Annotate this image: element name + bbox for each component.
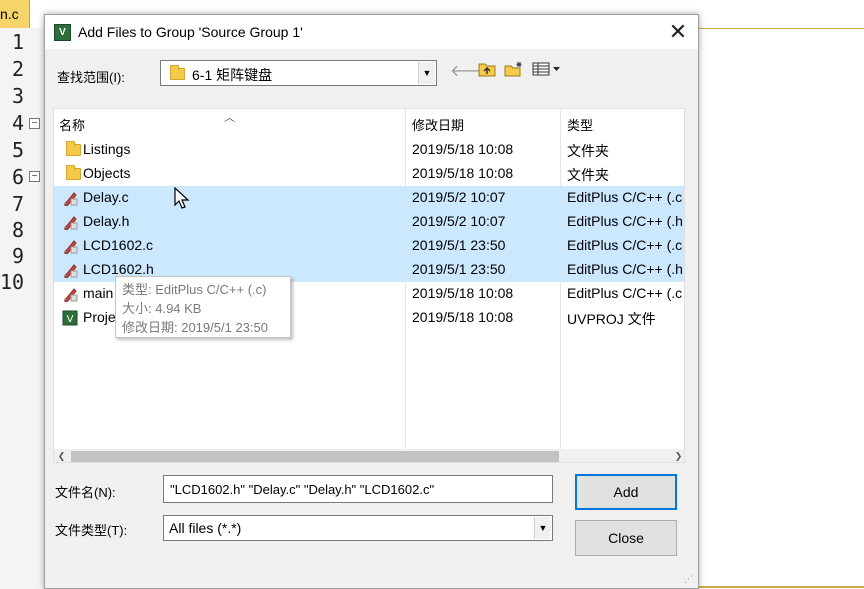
- horizontal-scrollbar[interactable]: ❮ ❯: [54, 449, 684, 462]
- line-number: 4: [11, 111, 24, 135]
- sort-ascending-icon: ︿: [224, 112, 235, 124]
- file-date: 2019/5/2 10:07: [412, 213, 506, 229]
- look-in-label: 查找范围(I):: [57, 70, 125, 85]
- file-name: LCD1602.h: [83, 261, 154, 277]
- tooltip-size: 大小: 4.94 KB: [122, 301, 202, 316]
- uvision-app-icon: V: [54, 24, 71, 41]
- editplus-file-icon: [64, 192, 78, 206]
- line-number: 8: [11, 218, 24, 242]
- file-date: 2019/5/1 23:50: [412, 261, 506, 277]
- uvproj-file-icon: V: [62, 310, 78, 326]
- editplus-file-icon: [64, 240, 78, 254]
- chevron-down-icon[interactable]: ▼: [534, 517, 551, 539]
- file-date: 2019/5/1 23:50: [412, 237, 506, 253]
- file-type: EditPlus C/C++ (.c: [567, 189, 683, 205]
- file-name: Objects: [83, 165, 131, 181]
- mouse-cursor-icon: [174, 187, 190, 209]
- file-type-value: All files (*.*): [169, 520, 242, 536]
- editplus-file-icon: [64, 216, 78, 230]
- line-number-gutter: 1 2 3 4 5 6 7 8 9 10 − −: [0, 28, 44, 589]
- scroll-left-icon[interactable]: ❮: [54, 449, 69, 462]
- fold-toggle-icon[interactable]: −: [29, 118, 40, 129]
- file-type-dropdown[interactable]: All files (*.*) ▼: [163, 515, 553, 541]
- file-type: EditPlus C/C++ (.h: [567, 261, 683, 277]
- file-date: 2019/5/18 10:08: [412, 165, 514, 181]
- tooltip-type: 类型: EditPlus C/C++ (.c): [122, 282, 267, 297]
- tooltip-date: 修改日期: 2019/5/1 23:50: [122, 320, 268, 335]
- file-name: Listings: [83, 141, 131, 157]
- line-number: 3: [11, 84, 24, 108]
- folder-icon: [170, 65, 185, 80]
- svg-text:V: V: [67, 314, 74, 325]
- add-button[interactable]: Add: [575, 474, 677, 510]
- editor-divider: [698, 28, 864, 29]
- file-row[interactable]: Delay.c 2019/5/2 10:07 EditPlus C/C++ (.…: [54, 186, 684, 210]
- file-row[interactable]: Objects 2019/5/18 10:08 文件夹: [54, 162, 684, 186]
- line-number: 9: [11, 244, 24, 268]
- line-number: 1: [11, 30, 24, 54]
- file-name-label: 文件名(N):: [55, 485, 116, 500]
- editor-tab[interactable]: n.c: [0, 0, 30, 28]
- file-type: EditPlus C/C++ (.h: [567, 213, 683, 229]
- scrollbar-thumb[interactable]: [71, 451, 559, 462]
- editplus-file-icon: [64, 288, 78, 302]
- file-name: Delay.h: [83, 213, 130, 229]
- editor-divider: [698, 586, 864, 588]
- file-date: 2019/5/18 10:08: [412, 285, 514, 301]
- file-type-label: 文件类型(T):: [55, 523, 128, 538]
- folder-icon: [66, 165, 81, 180]
- file-info-tooltip: 类型: EditPlus C/C++ (.c) 大小: 4.94 KB 修改日期…: [115, 276, 291, 338]
- file-type: EditPlus C/C++ (.c: [567, 237, 683, 253]
- file-date: 2019/5/18 10:08: [412, 141, 514, 157]
- file-name-input[interactable]: [163, 475, 553, 503]
- file-type: UVPROJ 文件: [567, 311, 656, 327]
- editor-tab-label: n.c: [0, 6, 19, 22]
- line-number: 5: [11, 138, 24, 162]
- chevron-down-icon[interactable]: ▼: [418, 62, 435, 84]
- look-in-dropdown[interactable]: 6-1 矩阵键盘 ▼: [160, 60, 437, 86]
- file-row[interactable]: LCD1602.c 2019/5/1 23:50 EditPlus C/C++ …: [54, 234, 684, 258]
- fold-toggle-icon[interactable]: −: [29, 171, 40, 182]
- line-number: 7: [11, 192, 24, 216]
- file-type: EditPlus C/C++ (.c: [567, 285, 683, 301]
- editplus-file-icon: [64, 264, 78, 278]
- file-name: Proje: [83, 309, 116, 325]
- column-header-type[interactable]: 类型: [562, 109, 684, 136]
- file-name: LCD1602.c: [83, 237, 154, 253]
- file-type: 文件夹: [567, 143, 609, 159]
- new-folder-icon[interactable]: [503, 61, 525, 83]
- file-row[interactable]: Listings 2019/5/18 10:08 文件夹: [54, 138, 684, 162]
- resize-grip-icon[interactable]: ⋰: [684, 574, 696, 586]
- line-number: 10: [0, 270, 25, 294]
- view-menu-icon[interactable]: [530, 61, 564, 83]
- file-type: 文件夹: [567, 167, 609, 183]
- dialog-title: Add Files to Group 'Source Group 1': [78, 24, 303, 40]
- file-date: 2019/5/18 10:08: [412, 309, 514, 325]
- file-row[interactable]: Delay.h 2019/5/2 10:07 EditPlus C/C++ (.…: [54, 210, 684, 234]
- up-folder-icon[interactable]: [476, 61, 498, 83]
- dialog-titlebar[interactable]: V Add Files to Group 'Source Group 1' ✕: [45, 15, 698, 49]
- folder-icon: [66, 141, 81, 156]
- line-number: 6: [11, 165, 24, 189]
- file-date: 2019/5/2 10:07: [412, 189, 506, 205]
- close-button[interactable]: Close: [575, 520, 677, 556]
- file-name: main: [83, 285, 114, 301]
- scroll-right-icon[interactable]: ❯: [671, 449, 684, 462]
- back-arrow-icon[interactable]: 🡐: [450, 61, 493, 83]
- look-in-value: 6-1 矩阵键盘: [192, 67, 273, 83]
- line-number: 2: [11, 57, 24, 81]
- close-icon[interactable]: ✕: [666, 19, 690, 45]
- file-name: Delay.c: [83, 189, 129, 205]
- column-header-date[interactable]: 修改日期: [407, 109, 557, 136]
